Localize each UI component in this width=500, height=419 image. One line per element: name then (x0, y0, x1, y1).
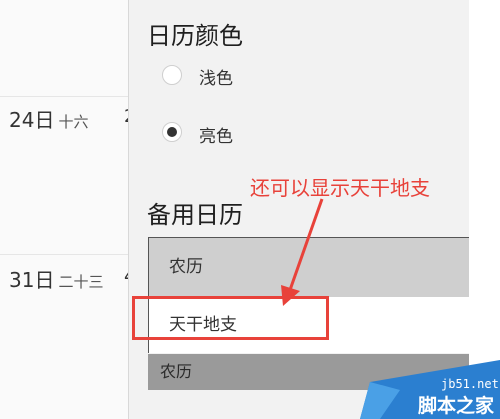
annotation-highlight-box (132, 296, 329, 340)
annotation-text: 还可以显示天干地支 (250, 176, 430, 200)
watermark-site: jb51.net (441, 377, 499, 391)
annotation-arrow-icon (281, 198, 324, 306)
watermark-name: 脚本之家 (418, 395, 495, 417)
